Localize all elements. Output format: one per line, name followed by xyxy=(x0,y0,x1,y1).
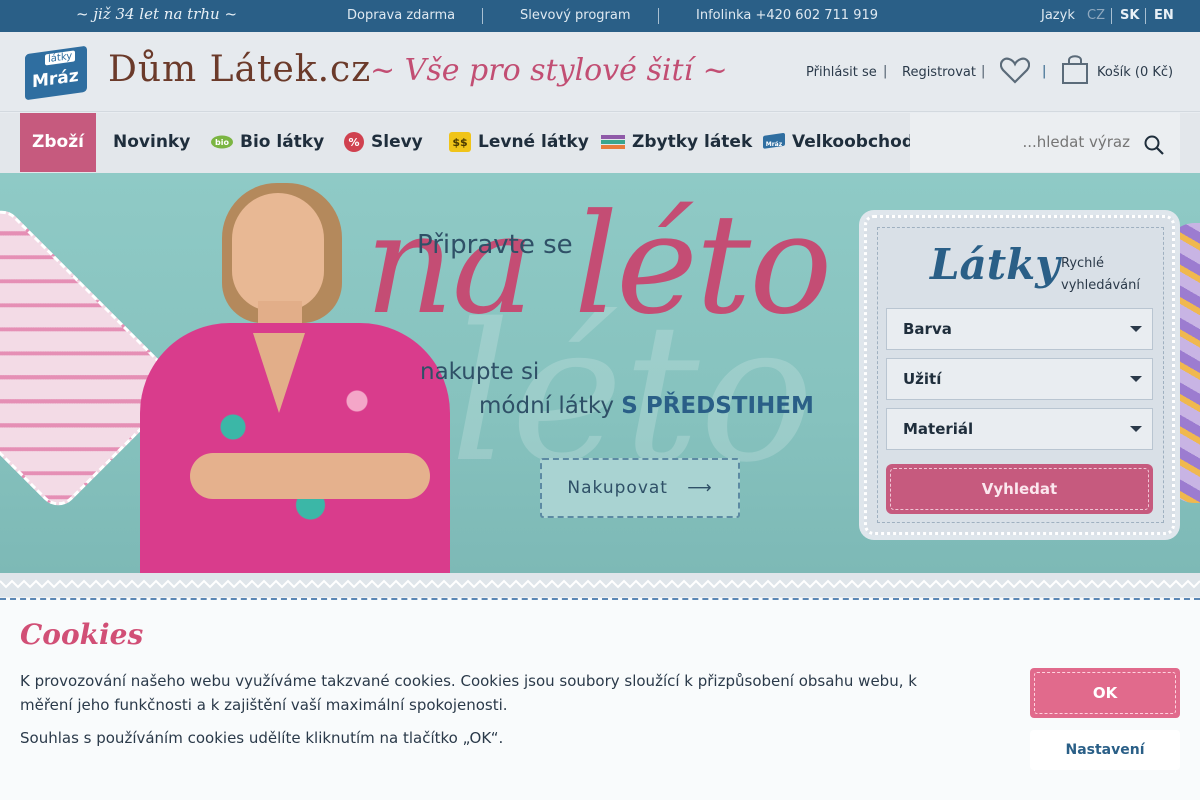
language-en[interactable]: EN xyxy=(1154,8,1174,23)
nav-item-wholesale[interactable]: Mráz Velkoobchod xyxy=(762,113,914,172)
chevron-down-icon xyxy=(1130,326,1142,332)
language-label: Jazyk xyxy=(1041,8,1075,23)
select-value: Materiál xyxy=(903,420,974,438)
hero-kicker: Připravte se xyxy=(417,230,573,260)
mraz-logo-icon: Mráz xyxy=(763,133,785,149)
percent-icon: % xyxy=(344,132,364,152)
search-input[interactable] xyxy=(930,127,1130,157)
chevron-down-icon xyxy=(1130,426,1142,432)
divider: | xyxy=(981,64,986,79)
nav-item-label: Slevy xyxy=(371,132,423,152)
search-icon[interactable] xyxy=(1144,135,1164,155)
quick-search-button[interactable]: Vyhledat xyxy=(886,464,1153,514)
cookie-consent-note: Souhlas s používáním cookies udělíte kli… xyxy=(20,729,504,747)
dollar-glyph: $$ xyxy=(452,136,467,149)
fabric-stack-icon xyxy=(601,135,625,149)
material-select[interactable]: Materiál xyxy=(886,408,1153,450)
divider: | xyxy=(1042,64,1047,79)
mraz-glyph: Mráz xyxy=(766,141,783,148)
divider xyxy=(658,8,659,24)
nav-item-cheap[interactable]: $$ Levné látky xyxy=(448,113,589,172)
select-value: Barva xyxy=(903,320,952,338)
language-sk[interactable]: SK xyxy=(1120,8,1139,23)
main-nav: Zboží Novinky bio Bio látky % Slevy $$ Levn… xyxy=(0,113,1200,173)
nav-item-sale[interactable]: % Slevy xyxy=(343,113,423,172)
free-shipping-link[interactable]: Doprava zdarma xyxy=(347,8,455,23)
search-bar xyxy=(910,113,1180,172)
shop-now-button[interactable]: Nakupovat ⟶ xyxy=(540,458,740,518)
chevron-down-icon xyxy=(1130,376,1142,382)
bio-leaf-icon: bio xyxy=(211,135,233,149)
nav-item-news[interactable]: Novinky xyxy=(113,113,190,172)
language-cz[interactable]: CZ xyxy=(1087,8,1105,23)
top-bar: ~ již 34 let na trhu ~ Doprava zdarma Sl… xyxy=(0,0,1200,32)
shopping-bag-icon[interactable] xyxy=(1060,53,1090,85)
quick-search-panel: Látky Rychlé vyhledávání Barva Užití Mat… xyxy=(864,215,1175,535)
percent-glyph: % xyxy=(348,136,359,149)
model-arms xyxy=(190,453,430,499)
divider: | xyxy=(883,64,888,79)
nav-item-bio[interactable]: bio Bio látky xyxy=(210,113,324,172)
hero-subline-emphasis: S PŘEDSTIHEM xyxy=(621,393,814,419)
model-face xyxy=(232,193,324,311)
divider xyxy=(1145,8,1146,24)
bio-badge-text: bio xyxy=(215,138,229,147)
select-value: Užití xyxy=(903,370,942,388)
nav-item-remnants[interactable]: Zbytky látek xyxy=(600,113,752,172)
hotline-link[interactable]: Infolinka +420 602 711 919 xyxy=(696,8,878,23)
mraz-logo[interactable]: látky Mráz xyxy=(25,45,87,101)
logo-badge-small: látky xyxy=(45,50,76,66)
hero-subline-text: módní látky xyxy=(479,393,622,419)
cookie-ok-button[interactable]: OK xyxy=(1030,668,1180,718)
hero-headline: na léto xyxy=(365,184,832,345)
hero-subline-2: módní látky S PŘEDSTIHEM xyxy=(479,393,814,419)
nav-item-goods[interactable]: Zboží xyxy=(20,113,96,172)
logo-badge-big: Mráz xyxy=(32,65,79,93)
heart-icon[interactable] xyxy=(1000,56,1030,84)
arrow-right-icon: ⟶ xyxy=(687,478,713,498)
discount-program-link[interactable]: Slevový program xyxy=(520,8,631,23)
model-neckline xyxy=(253,333,305,413)
nav-item-label: Novinky xyxy=(113,132,191,152)
hero-subline: nakupte si xyxy=(420,359,540,385)
quick-search-title: Látky xyxy=(930,240,1060,289)
cookie-title: Cookies xyxy=(20,618,144,651)
tagline: ~ Vše pro stylové šití ~ xyxy=(370,53,728,88)
usage-select[interactable]: Užití xyxy=(886,358,1153,400)
cookie-banner: Cookies K provozování našeho webu využív… xyxy=(0,598,1200,800)
site-header: látky Mráz Dům Látek.cz ~ Vše pro stylov… xyxy=(0,32,1200,112)
quick-search-subtitle: Rychlé vyhledávání xyxy=(1061,256,1140,293)
cookie-description: K provozování našeho webu využíváme takz… xyxy=(20,672,917,714)
hero-banner[interactable]: léto na léto Připravte se nakupte si mód… xyxy=(0,173,1200,573)
dollar-icon: $$ xyxy=(449,132,471,152)
divider xyxy=(1111,8,1112,24)
nav-item-label: Zbytky látek xyxy=(632,132,753,152)
cart-link[interactable]: Košík (0 Kč) xyxy=(1097,65,1173,80)
divider xyxy=(482,8,483,24)
nav-item-label: Levné látky xyxy=(478,132,589,152)
color-select[interactable]: Barva xyxy=(886,308,1153,350)
register-link[interactable]: Registrovat xyxy=(902,65,976,80)
login-link[interactable]: Přihlásit se xyxy=(806,65,877,80)
nav-item-label: Velkoobchod xyxy=(792,132,914,152)
slogan: ~ již 34 let na trhu ~ xyxy=(76,5,238,23)
zigzag-divider xyxy=(0,573,1200,597)
shop-now-label: Nakupovat xyxy=(567,478,668,498)
site-logo[interactable]: Dům Látek.cz xyxy=(108,49,371,90)
cookie-settings-button[interactable]: Nastavení xyxy=(1030,730,1180,770)
nav-item-label: Bio látky xyxy=(240,132,325,152)
